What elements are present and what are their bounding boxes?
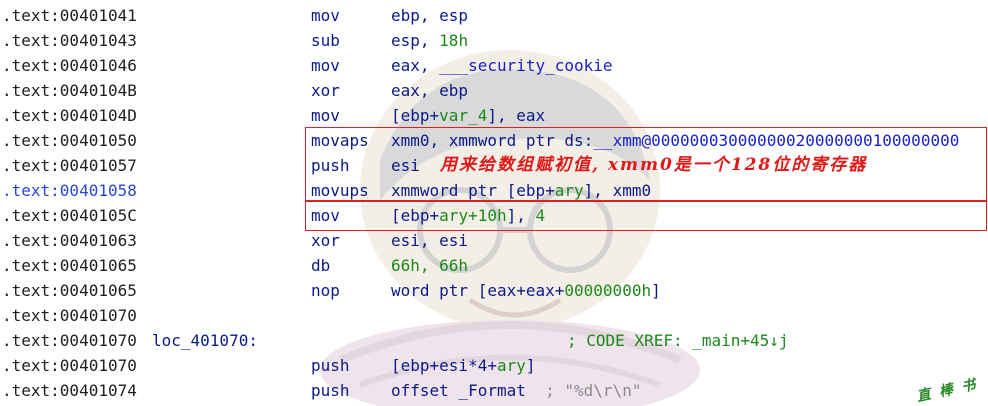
operand: ebp, esp — [391, 6, 469, 25]
operand-text: xmmword ptr [ebp+ — [391, 181, 555, 200]
address: .text:00401065 — [2, 256, 137, 275]
operand-text: [ebp+ — [391, 106, 440, 125]
mnemonic: nop — [311, 281, 340, 300]
address: .text:00401070 — [2, 306, 137, 325]
code-line[interactable]: .text:00401074 push offset _Format ; "%d… — [0, 378, 988, 403]
address: .text:00401058 — [2, 181, 137, 200]
code-line[interactable]: .text:00401070 loc_401070: ; CODE XREF: … — [0, 328, 988, 353]
code-line[interactable]: .text:00401057 push esi 用来给数组赋初值, xmm0是一… — [0, 153, 988, 178]
mnemonic: mov — [311, 56, 340, 75]
address: .text:0040104D — [2, 106, 137, 125]
code-line[interactable]: .text:00401046 mov eax, ___security_cook… — [0, 53, 988, 78]
operand: eax, ___security_cookie — [391, 53, 613, 78]
address: .text:00401057 — [2, 156, 137, 175]
operand-text: ], xmm0 — [583, 181, 652, 200]
address: .text:00401070 — [2, 356, 137, 375]
operand-number: 4 — [535, 206, 546, 225]
operand: xmmword ptr [ebp+ary], xmm0 — [391, 178, 651, 203]
code-line[interactable]: .text:00401070 push [ebp+esi*4+ary] — [0, 353, 988, 378]
operand: eax, ebp — [391, 81, 469, 100]
operand: [ebp+var_4], eax — [391, 103, 545, 128]
address: .text:00401041 — [2, 6, 137, 25]
code-label[interactable]: loc_401070: — [152, 328, 258, 353]
operand-text: ], eax — [487, 106, 546, 125]
annotation-note: 用来给数组赋初值, xmm0是一个128位的寄存器 — [440, 155, 868, 175]
code-line[interactable]: .text:0040105C mov [ebp+ary+10h], 4 — [0, 203, 988, 228]
operand-text: eax, — [391, 56, 440, 75]
mnemonic: movaps — [311, 131, 369, 150]
address: .text:0040104B — [2, 81, 137, 100]
operand-text: offset _Format — [391, 381, 546, 400]
address: .text:00401065 — [2, 281, 137, 300]
operand-variable[interactable]: var_4 — [439, 106, 487, 125]
operand: word ptr [eax+eax+00000000h] — [391, 278, 661, 303]
operand-text: [ebp+ — [391, 206, 440, 225]
operand: xmm0, xmmword ptr ds:__xmm@0000000300000… — [391, 128, 959, 153]
code-line[interactable]: .text:00401065 nop word ptr [eax+eax+000… — [0, 278, 988, 303]
operand-variable[interactable]: ary+10h — [439, 206, 506, 225]
operand-text: word ptr [eax+eax+ — [391, 281, 565, 300]
address: .text:00401063 — [2, 231, 137, 250]
code-line[interactable]: .text:0040104D mov [ebp+var_4], eax — [0, 103, 988, 128]
disassembly-view: .text:00401041 mov ebp, esp .text:004010… — [0, 0, 988, 406]
mnemonic: mov — [311, 6, 340, 25]
mnemonic: sub — [311, 31, 340, 50]
code-line[interactable]: .text:00401043 sub esp, 18h — [0, 28, 988, 53]
mnemonic: push — [311, 356, 350, 375]
operand: esi, esi — [391, 231, 469, 250]
mnemonic: db — [311, 256, 331, 275]
operand-text: esp, — [391, 31, 440, 50]
operand: [ebp+ary+10h], 4 — [391, 203, 545, 228]
mnemonic: xor — [311, 231, 340, 250]
address: .text:00401043 — [2, 31, 137, 50]
operand-number: 18h — [439, 31, 469, 50]
code-line[interactable]: .text:00401065 db 66h, 66h — [0, 253, 988, 278]
operand-text: xmm0, xmmword ptr ds: — [391, 131, 594, 150]
operand-text: ] — [525, 356, 536, 375]
mnemonic: mov — [311, 106, 340, 125]
code-line[interactable]: .text:0040104B xor eax, ebp — [0, 78, 988, 103]
operand-symbol[interactable]: ___security_cookie — [439, 56, 612, 75]
operand-number: 66h, 66h — [391, 256, 469, 275]
operand: offset _Format ; "%d\r\n" — [391, 378, 641, 403]
string-comment: ; "%d\r\n" — [545, 381, 642, 400]
code-line[interactable]: .text:00401063 xor esi, esi — [0, 228, 988, 253]
operand-text: [ebp+esi*4+ — [391, 356, 497, 375]
code-line[interactable]: .text:00401070 — [0, 303, 988, 328]
address: .text:00401074 — [2, 381, 137, 400]
operand: esi — [391, 156, 420, 175]
operand: esp, 18h — [391, 28, 468, 53]
code-line[interactable]: .text:00401050 movaps xmm0, xmmword ptr … — [0, 128, 988, 153]
operand-text: ] — [651, 281, 661, 300]
mnemonic: push — [311, 156, 350, 175]
mnemonic: mov — [311, 206, 340, 225]
operand-variable[interactable]: ary — [497, 356, 526, 375]
mnemonic: movups — [311, 181, 369, 200]
mnemonic: push — [311, 381, 350, 400]
mnemonic: xor — [311, 81, 340, 100]
operand-symbol[interactable]: __xmm@00000003000000020000000100000000 — [593, 131, 959, 150]
code-line[interactable]: .text:00401058 movups xmmword ptr [ebp+a… — [0, 178, 988, 203]
operand: [ebp+esi*4+ary] — [391, 353, 536, 378]
address: .text:00401050 — [2, 131, 137, 150]
address: .text:0040105C — [2, 206, 137, 225]
operand-text: ], — [506, 206, 536, 225]
code-line[interactable]: .text:00401041 mov ebp, esp — [0, 3, 988, 28]
operand-number: 00000000h — [564, 281, 652, 300]
address: .text:00401046 — [2, 56, 137, 75]
operand-variable[interactable]: ary — [555, 181, 584, 200]
xref-comment[interactable]: ; CODE XREF: _main+45↓j — [567, 328, 789, 353]
address: .text:00401070 — [2, 331, 137, 350]
